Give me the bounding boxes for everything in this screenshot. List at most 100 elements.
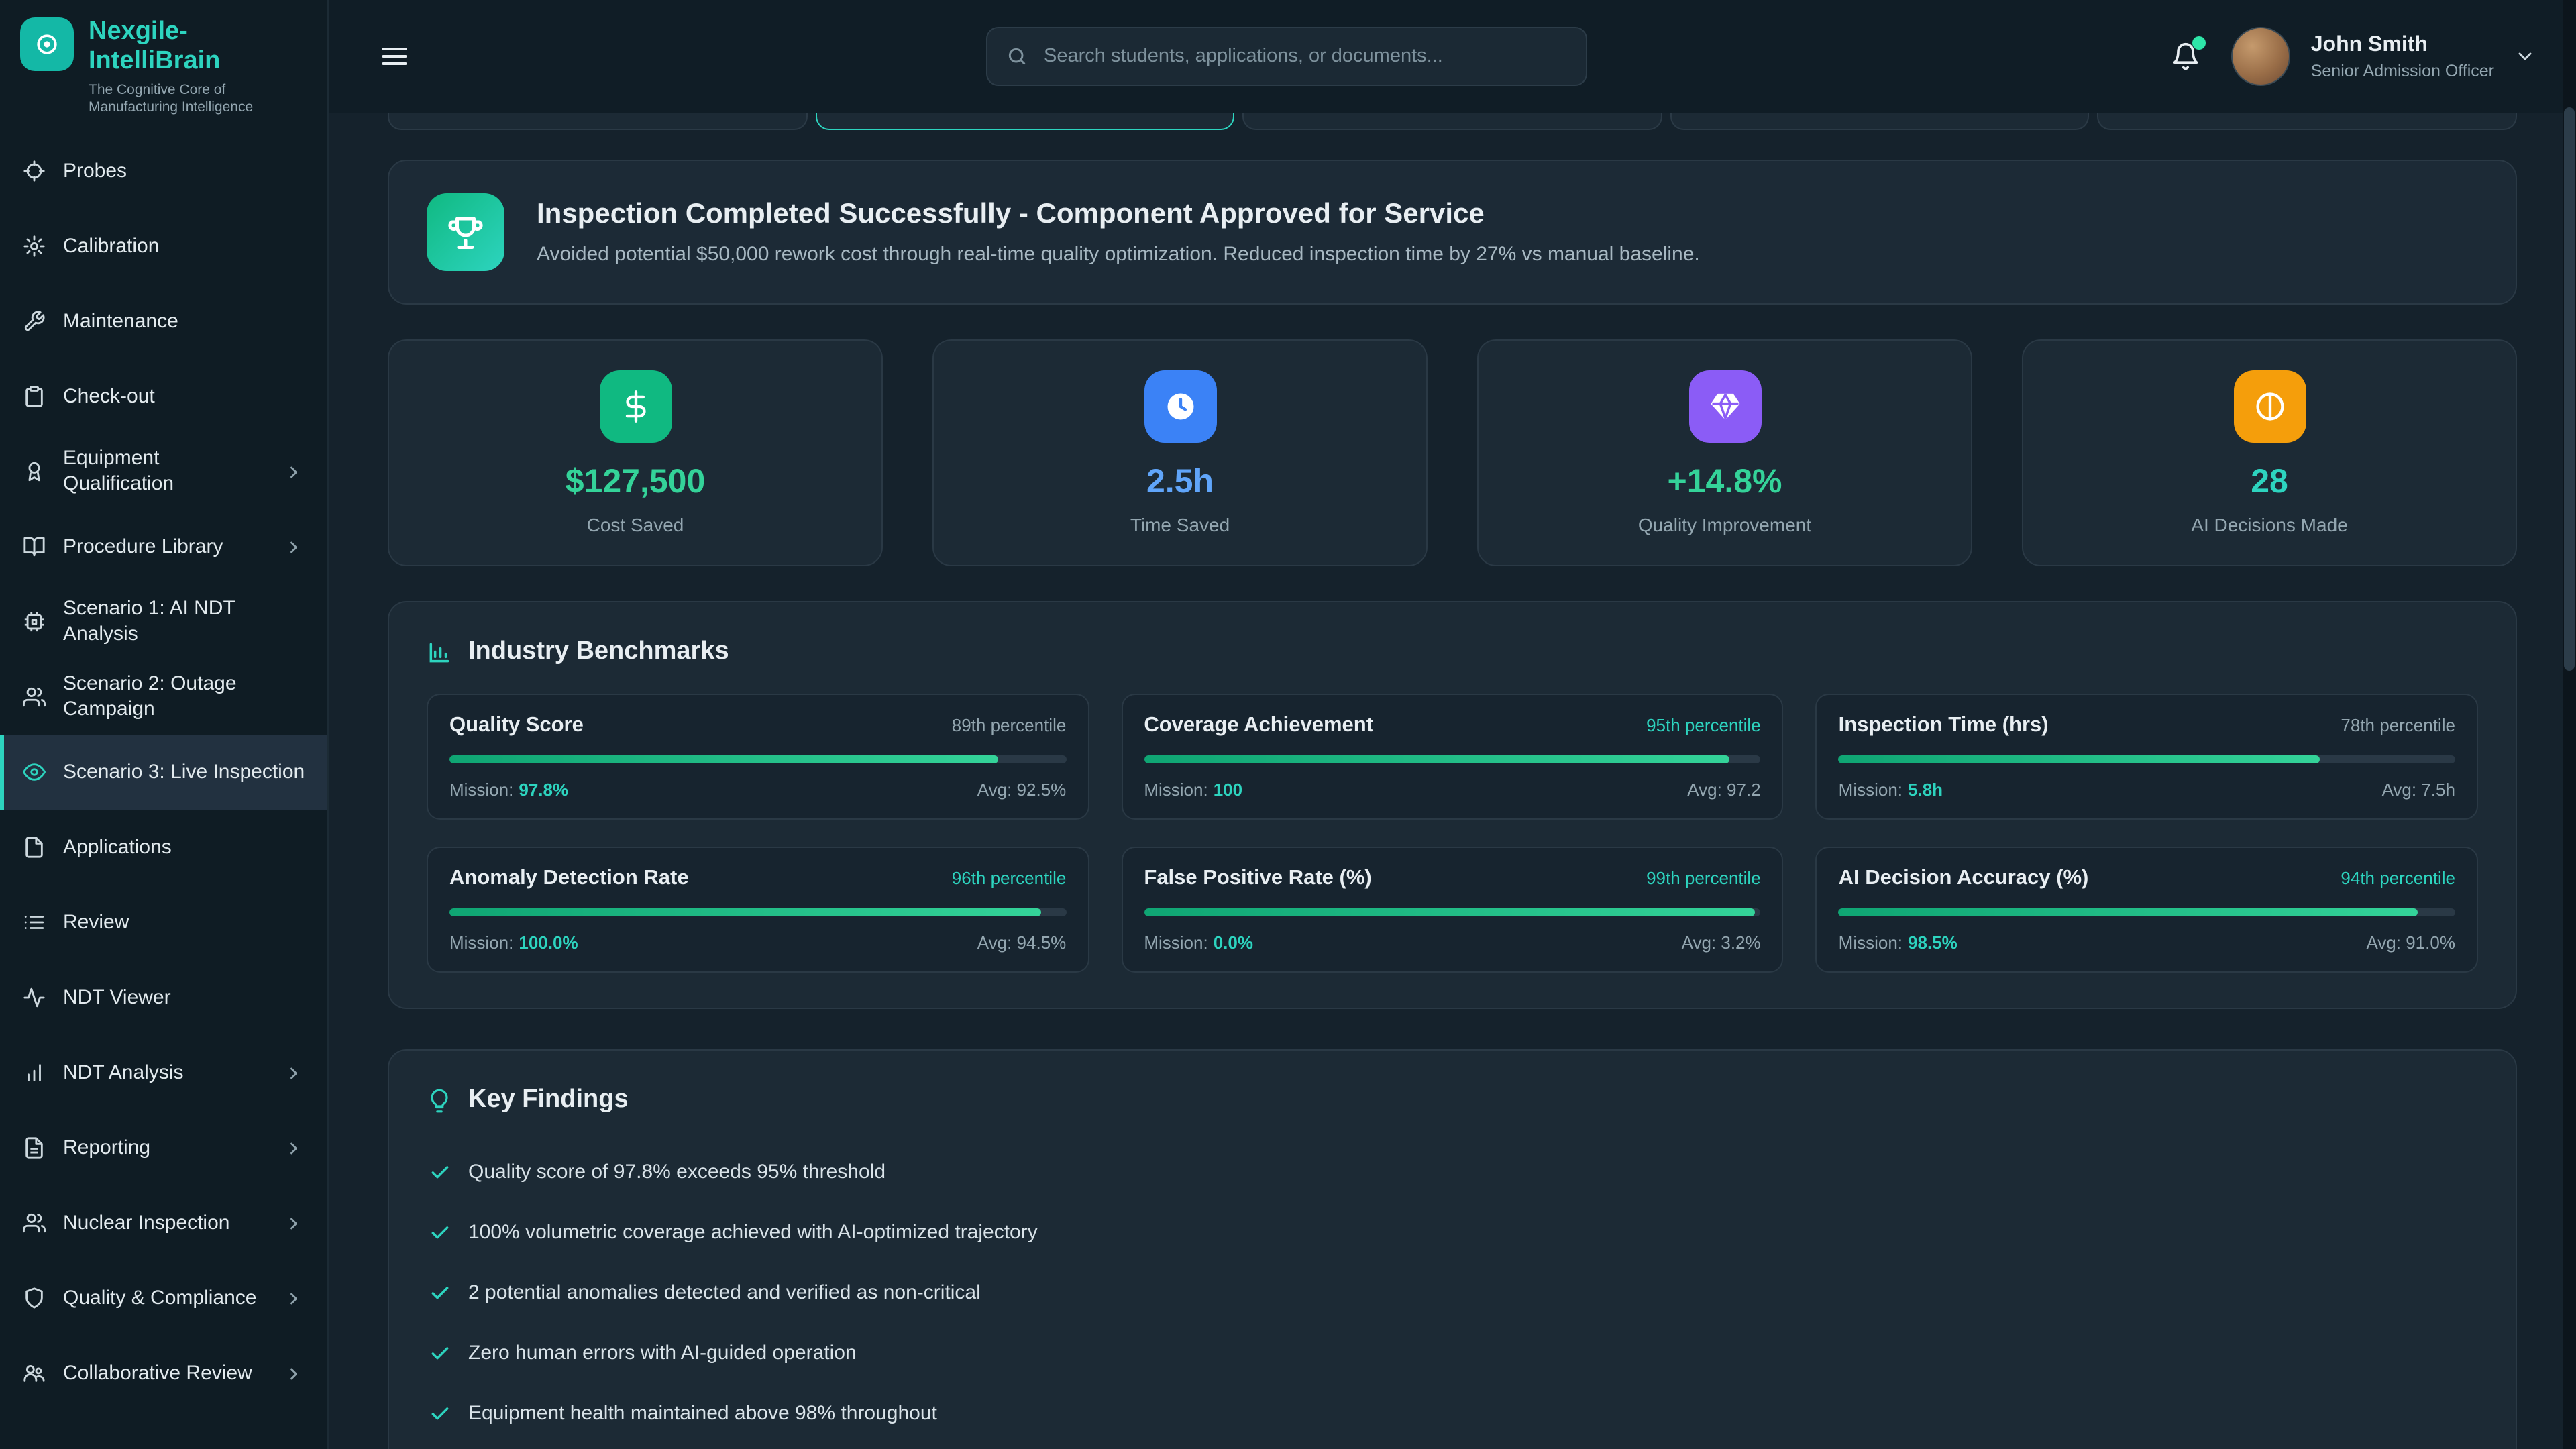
notification-dot <box>2193 36 2206 50</box>
users-icon <box>21 1212 46 1235</box>
sidebar-item-maintenance[interactable]: Maintenance <box>0 284 327 360</box>
sidebar-item-label: Scenario 3: Live Inspection <box>63 760 305 786</box>
stat-value: 28 <box>2251 463 2288 502</box>
user-name: John Smith <box>2311 33 2494 58</box>
benchmark-name: False Positive Rate (%) <box>1144 867 1371 891</box>
activity-icon <box>21 987 46 1010</box>
sidebar-item-probes[interactable]: Probes <box>0 134 327 209</box>
step-card[interactable] <box>388 113 807 130</box>
progress-bar <box>1839 755 2455 763</box>
benchmark-mission: Mission:5.8h <box>1839 780 1943 800</box>
scrollbar <box>2563 0 2576 1449</box>
benchmark-avg: Avg: 91.0% <box>2366 932 2455 953</box>
sidebar-item-collaborative-review[interactable]: Collaborative Review <box>0 1336 327 1411</box>
stat-card-quality-improvement: +14.8% Quality Improvement <box>1477 339 1972 566</box>
users-icon <box>21 686 46 709</box>
finding-item: Quality score of 97.8% exceeds 95% thres… <box>427 1142 2478 1202</box>
finding-item: 100% volumetric coverage achieved with A… <box>427 1202 2478 1263</box>
sidebar-item-scenario-1[interactable]: Scenario 1: AI NDT Analysis <box>0 585 327 660</box>
chevron-right-icon <box>282 1364 306 1383</box>
sidebar-item-procedure-library[interactable]: Procedure Library <box>0 510 327 585</box>
key-findings-title: Key Findings <box>468 1085 629 1115</box>
award-icon <box>21 461 46 484</box>
benchmark-avg: Avg: 3.2% <box>1682 932 1761 953</box>
benchmark-mission: Mission:98.5% <box>1839 932 1957 953</box>
benchmark-avg: Avg: 92.5% <box>977 780 1067 800</box>
banner-title: Inspection Completed Successfully - Comp… <box>537 199 1700 231</box>
sidebar-item-label: Nuclear Inspection <box>63 1211 229 1236</box>
benchmark-percentile: 95th percentile <box>1646 715 1761 735</box>
step-card[interactable] <box>1670 113 2090 130</box>
sidebar-nav: Probes Calibration Maintenance Check-out… <box>0 131 327 1449</box>
sidebar-item-label: Applications <box>63 835 172 861</box>
sidebar-item-quality-compliance[interactable]: Quality & Compliance <box>0 1261 327 1336</box>
check-icon <box>429 1222 451 1244</box>
sidebar-item-label: Probes <box>63 159 127 184</box>
sidebar-item-label: Maintenance <box>63 309 178 335</box>
sidebar-item-reporting[interactable]: Reporting <box>0 1111 327 1186</box>
benchmark-card-anomaly-detection: Anomaly Detection Rate 96th percentile Mi… <box>427 847 1089 973</box>
menu-icon[interactable] <box>380 42 409 71</box>
trophy-icon <box>427 193 504 271</box>
key-findings-header: Key Findings <box>427 1085 2478 1115</box>
book-icon <box>21 536 46 559</box>
brand: Nexgile-IntelliBrain The Cognitive Core … <box>0 0 327 131</box>
benchmark-mission: Mission:0.0% <box>1144 932 1253 953</box>
stat-label: AI Decisions Made <box>2191 514 2347 535</box>
check-icon <box>429 1343 451 1364</box>
sidebar-item-equipment-qualification[interactable]: Equipment Qualification <box>0 435 327 510</box>
avatar[interactable] <box>2232 27 2291 86</box>
benchmark-percentile: 96th percentile <box>952 868 1067 888</box>
sidebar-item-calibration[interactable]: Calibration <box>0 209 327 284</box>
probe-icon <box>21 160 46 183</box>
brand-title: Nexgile-IntelliBrain <box>89 17 307 76</box>
sidebar-item-ndt-analysis[interactable]: NDT Analysis <box>0 1036 327 1111</box>
stat-label: Time Saved <box>1130 514 1230 535</box>
benchmark-mission: Mission:100.0% <box>449 932 578 953</box>
progress-bar <box>1144 908 1760 916</box>
finding-item: Equipment health maintained above 98% th… <box>427 1383 2478 1444</box>
sidebar-item-ndt-viewer[interactable]: NDT Viewer <box>0 961 327 1036</box>
benchmark-avg: Avg: 97.2 <box>1687 780 1760 800</box>
sidebar-item-scenario-3[interactable]: Scenario 3: Live Inspection <box>0 735 327 810</box>
progress-fill <box>1839 755 2320 763</box>
scrollbar-thumb[interactable] <box>2564 107 2575 671</box>
chevron-right-icon <box>282 538 306 557</box>
decisions-icon <box>2233 370 2306 443</box>
clock-icon <box>1144 370 1216 443</box>
step-card[interactable] <box>1242 113 1662 130</box>
progress-bar <box>449 755 1066 763</box>
lightbulb-icon <box>427 1087 452 1113</box>
success-banner: Inspection Completed Successfully - Comp… <box>388 160 2517 305</box>
sidebar-item-review[interactable]: Review <box>0 885 327 961</box>
sidebar-item-label: NDT Analysis <box>63 1061 184 1086</box>
sidebar-item-check-out[interactable]: Check-out <box>0 360 327 435</box>
user-role: Senior Admission Officer <box>2311 61 2494 80</box>
app-root: Nexgile-IntelliBrain The Cognitive Core … <box>0 0 2576 1449</box>
search-input[interactable] <box>1041 44 1567 68</box>
gear-icon <box>21 235 46 258</box>
benchmark-name: Inspection Time (hrs) <box>1839 714 2049 738</box>
chevron-down-icon[interactable] <box>2514 46 2536 67</box>
list-icon <box>21 912 46 934</box>
report-icon <box>21 1137 46 1160</box>
file-icon <box>21 837 46 859</box>
sidebar-item-applications[interactable]: Applications <box>0 810 327 885</box>
sidebar-item-nuclear-inspection[interactable]: Nuclear Inspection <box>0 1186 327 1261</box>
sidebar-item-label: Scenario 1: AI NDT Analysis <box>63 597 306 647</box>
stat-card-time-saved: 2.5h Time Saved <box>932 339 1428 566</box>
step-card-selected[interactable] <box>815 113 1234 130</box>
benchmark-percentile: 99th percentile <box>1646 868 1761 888</box>
benchmark-name: Anomaly Detection Rate <box>449 867 689 891</box>
progress-fill <box>1144 908 1754 916</box>
stat-value: +14.8% <box>1668 463 1782 502</box>
chevron-right-icon <box>282 1064 306 1083</box>
sidebar-item-scenario-2[interactable]: Scenario 2: Outage Campaign <box>0 660 327 735</box>
banner-subtitle: Avoided potential $50,000 rework cost th… <box>537 243 1700 266</box>
step-card[interactable] <box>2098 113 2517 130</box>
progress-fill <box>449 755 998 763</box>
notification-bell-icon[interactable] <box>2171 42 2201 71</box>
sidebar-item-label: Scenario 2: Outage Campaign <box>63 672 306 722</box>
benchmark-percentile: 78th percentile <box>2341 715 2455 735</box>
finding-text: 100% volumetric coverage achieved with A… <box>468 1221 1038 1244</box>
